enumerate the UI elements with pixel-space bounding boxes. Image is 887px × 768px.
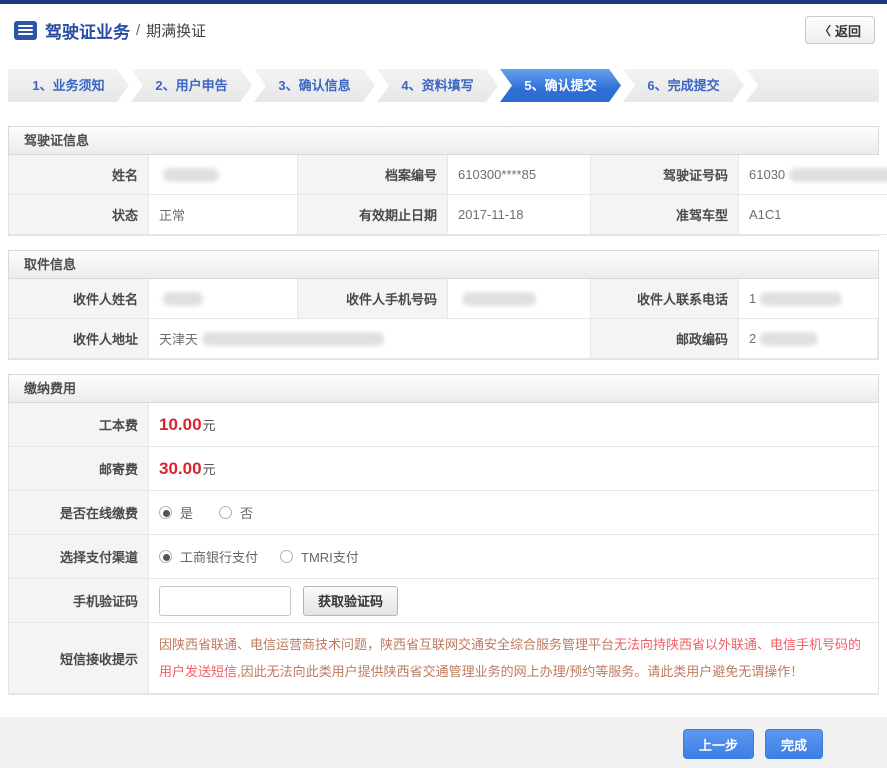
sms-notice-part3: 因此无法向此类用户提供陕西省交通管理业务的网上办理/预约等服务。请此类用户避免无… xyxy=(240,664,804,679)
back-button[interactable]: 〈 返回 xyxy=(804,16,875,44)
redacted-recipient-name xyxy=(163,291,203,306)
radio-icbc-selected-icon[interactable] xyxy=(159,550,172,563)
cost-fee-value: 10.00 元 xyxy=(149,403,878,447)
get-sms-code-button[interactable]: 获取验证码 xyxy=(303,585,399,616)
step-bar-filler xyxy=(746,69,879,102)
expiry-label: 有效期止日期 xyxy=(298,195,448,235)
postal-code-value: 2 xyxy=(739,319,878,359)
pay-channel-option-tmri[interactable]: TMRI支付 xyxy=(280,547,359,566)
pay-channel-label: 选择支付渠道 xyxy=(9,535,149,579)
file-no-value: 610300****85 xyxy=(448,155,591,195)
footer-action-bar: 上一步 完成 xyxy=(0,717,887,768)
radio-yes-selected-icon[interactable] xyxy=(159,506,172,519)
breadcrumb-separator: / xyxy=(136,21,141,39)
redacted-recipient-address xyxy=(202,331,385,346)
recipient-address-label: 收件人地址 xyxy=(9,319,149,359)
back-button-label: 返回 xyxy=(834,23,861,39)
vehicle-class-value: A1C1 xyxy=(739,195,887,235)
radio-tmri-icon[interactable] xyxy=(280,550,294,563)
pay-channel-options: 工商银行支付 TMRI支付 xyxy=(149,535,878,579)
pay-channel-tmri-label: TMRI支付 xyxy=(301,550,359,565)
license-info-section: 驾驶证信息 姓名 档案编号 610300****85 驾驶证号码 61030 状… xyxy=(8,126,887,236)
breadcrumb-current: 期满换证 xyxy=(146,22,207,40)
license-form-icon xyxy=(14,20,37,40)
finish-button[interactable]: 完成 xyxy=(764,729,823,759)
chevron-left-icon: 〈 xyxy=(818,23,831,38)
status-value: 正常 xyxy=(149,195,298,235)
online-pay-option-no[interactable]: 否 xyxy=(219,503,253,522)
sms-code-label: 手机验证码 xyxy=(9,579,149,623)
online-pay-label: 是否在线缴费 xyxy=(9,491,149,535)
pickup-info-section: 取件信息 收件人姓名 收件人手机号码 收件人联系电话 1 收件人地址 天津天 邮… xyxy=(8,250,879,360)
pay-channel-icbc-label: 工商银行支付 xyxy=(180,550,259,565)
mail-fee-amount: 30.00 xyxy=(159,458,202,478)
recipient-mobile-value xyxy=(448,279,591,319)
sms-code-input[interactable] xyxy=(159,585,291,616)
step-6-complete-submit[interactable]: 6、完成提交 xyxy=(623,69,744,102)
step-5-confirm-submit[interactable]: 5、确认提交 xyxy=(500,69,621,102)
vehicle-class-label: 准驾车型 xyxy=(591,195,739,235)
recipient-phone-label: 收件人联系电话 xyxy=(591,279,739,319)
file-no-label: 档案编号 xyxy=(298,155,448,195)
online-pay-options: 是 否 xyxy=(149,491,878,535)
radio-no-icon[interactable] xyxy=(219,506,233,519)
step-3-confirm-info[interactable]: 3、确认信息 xyxy=(254,69,375,102)
status-label: 状态 xyxy=(9,195,149,235)
redacted-recipient-mobile xyxy=(462,291,536,306)
redacted-name xyxy=(163,167,219,182)
recipient-phone-value: 1 xyxy=(739,279,878,319)
sms-notice-label: 短信接收提示 xyxy=(9,623,149,694)
sms-notice-text: 因陕西省联通、电信运营商技术问题，陕西省互联网交通安全综合服务管理平台无法向持陕… xyxy=(149,623,878,694)
license-no-label: 驾驶证号码 xyxy=(591,155,739,195)
cost-fee-amount: 10.00 xyxy=(159,414,202,434)
pay-channel-option-icbc[interactable]: 工商银行支付 xyxy=(159,547,258,566)
license-section-title: 驾驶证信息 xyxy=(8,126,879,155)
mail-fee-value: 30.00 元 xyxy=(149,447,878,491)
online-pay-yes-label: 是 xyxy=(180,506,194,521)
fee-section: 缴纳费用 工本费 10.00 元 邮寄费 30.00 元 是否在线缴费 是 否 … xyxy=(8,374,879,695)
recipient-mobile-label: 收件人手机号码 xyxy=(298,279,448,319)
sms-code-field: 获取验证码 xyxy=(149,579,878,623)
pickup-section-title: 取件信息 xyxy=(8,250,879,279)
license-no-value: 61030 xyxy=(739,155,887,195)
recipient-name-value xyxy=(149,279,298,319)
cost-fee-label: 工本费 xyxy=(9,403,149,447)
step-progress-bar: 1、业务须知 2、用户申告 3、确认信息 4、资料填写 5、确认提交 6、完成提… xyxy=(8,69,879,102)
online-pay-option-yes[interactable]: 是 xyxy=(159,503,193,522)
redacted-recipient-phone xyxy=(760,291,843,306)
step-4-fill-data[interactable]: 4、资料填写 xyxy=(377,69,498,102)
recipient-address-value: 天津天 xyxy=(149,319,591,359)
pickup-info-table: 收件人姓名 收件人手机号码 收件人联系电话 1 收件人地址 天津天 邮政编码 2 xyxy=(8,279,879,360)
postal-code-label: 邮政编码 xyxy=(591,319,739,359)
page-title: 驾驶证业务 xyxy=(45,22,130,42)
cost-fee-unit: 元 xyxy=(202,418,216,433)
step-2-user-declaration[interactable]: 2、用户申告 xyxy=(131,69,252,102)
license-info-table: 姓名 档案编号 610300****85 驾驶证号码 61030 状态 正常 有… xyxy=(8,155,887,236)
page-header: 驾驶证业务 / 期满换证 〈 返回 xyxy=(0,4,887,56)
step-1-business-notes[interactable]: 1、业务须知 xyxy=(8,69,129,102)
expiry-value: 2017-11-18 xyxy=(448,195,591,235)
redacted-license-no xyxy=(789,167,887,182)
name-value xyxy=(149,155,298,195)
fee-section-title: 缴纳费用 xyxy=(8,374,879,403)
name-label: 姓名 xyxy=(9,155,149,195)
sms-notice-part1: 因陕西省联通、电信运营商技术问题，陕西省互联网交通安全综合服务管理平台 xyxy=(159,637,615,652)
recipient-name-label: 收件人姓名 xyxy=(9,279,149,319)
previous-step-button[interactable]: 上一步 xyxy=(682,729,754,759)
redacted-postal-code xyxy=(760,331,819,346)
fee-table: 工本费 10.00 元 邮寄费 30.00 元 是否在线缴费 是 否 选择支付渠… xyxy=(8,403,879,695)
mail-fee-label: 邮寄费 xyxy=(9,447,149,491)
online-pay-no-label: 否 xyxy=(240,506,254,521)
mail-fee-unit: 元 xyxy=(202,462,216,477)
